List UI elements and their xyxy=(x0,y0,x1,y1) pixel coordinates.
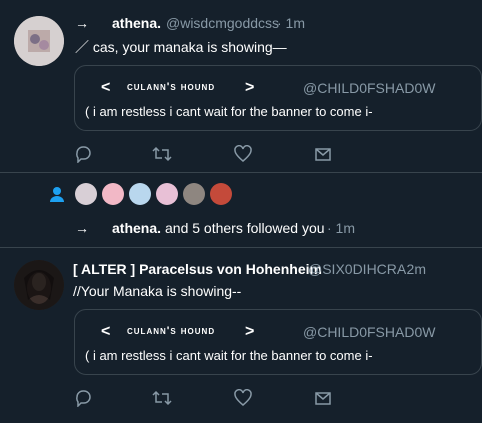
next-arrow-icon: > xyxy=(245,323,255,340)
mail-icon[interactable] xyxy=(314,389,332,407)
divider xyxy=(0,172,482,173)
heart-icon[interactable] xyxy=(234,389,252,407)
follower-avatar[interactable] xyxy=(75,183,97,205)
avatar-image-icon xyxy=(14,260,64,310)
display-name[interactable]: athena. xyxy=(112,220,161,236)
notification-time: · 1m xyxy=(327,220,355,236)
tweet-text: //Your Manaka is showing-- xyxy=(73,283,242,299)
follow-text: and 5 others followed you xyxy=(165,220,325,236)
quoted-display-name: culann's hound xyxy=(127,325,216,337)
next-arrow-icon: > xyxy=(245,79,255,96)
reply-icon[interactable] xyxy=(74,389,92,407)
follower-avatar[interactable] xyxy=(210,183,232,205)
follower-avatar[interactable] xyxy=(102,183,124,205)
reply-icon[interactable] xyxy=(74,145,92,163)
arrow-symbol: → xyxy=(75,15,89,31)
quoted-text: ( i am restless i cant wait for the bann… xyxy=(85,104,373,119)
arrow-symbol: → xyxy=(75,220,89,236)
avatar[interactable] xyxy=(14,260,64,310)
divider xyxy=(0,247,482,248)
quoted-handle: @CHILD0FSHAD0W xyxy=(303,80,436,96)
mail-icon[interactable] xyxy=(314,145,332,163)
follower-avatar[interactable] xyxy=(156,183,178,205)
avatar-image-icon xyxy=(14,16,64,66)
quoted-text: ( i am restless i cant wait for the bann… xyxy=(85,348,373,363)
retweet-icon[interactable] xyxy=(152,389,172,407)
display-name[interactable]: [ ALTER ] Paracelsus von Hohenheim xyxy=(73,261,322,277)
quoted-tweet[interactable]: < culann's hound > @CHILD0FSHAD0W ( i am… xyxy=(74,309,482,375)
quoted-display-name: culann's hound xyxy=(127,81,216,93)
retweet-icon[interactable] xyxy=(152,145,172,163)
prev-arrow-icon: < xyxy=(101,79,111,96)
quoted-handle: @CHILD0FSHAD0W xyxy=(303,324,436,340)
follower-avatar[interactable] xyxy=(183,183,205,205)
person-icon xyxy=(50,187,64,202)
follower-avatar[interactable] xyxy=(129,183,151,205)
prev-arrow-icon: < xyxy=(101,323,111,340)
avatar[interactable] xyxy=(14,16,64,66)
heart-icon[interactable] xyxy=(234,145,252,163)
tweet-time[interactable]: · 2m xyxy=(398,261,426,277)
tweet-text: ／ cas, your manaka is showing— xyxy=(75,39,287,55)
tweet-time[interactable]: · 1m xyxy=(277,15,305,31)
quoted-tweet[interactable]: < culann's hound > @CHILD0FSHAD0W ( i am… xyxy=(74,65,482,131)
user-handle[interactable]: @SIX0DIHCRA xyxy=(308,261,406,277)
display-name[interactable]: athena. xyxy=(112,15,161,31)
user-handle[interactable]: @wisdcmgoddcss xyxy=(166,15,279,31)
